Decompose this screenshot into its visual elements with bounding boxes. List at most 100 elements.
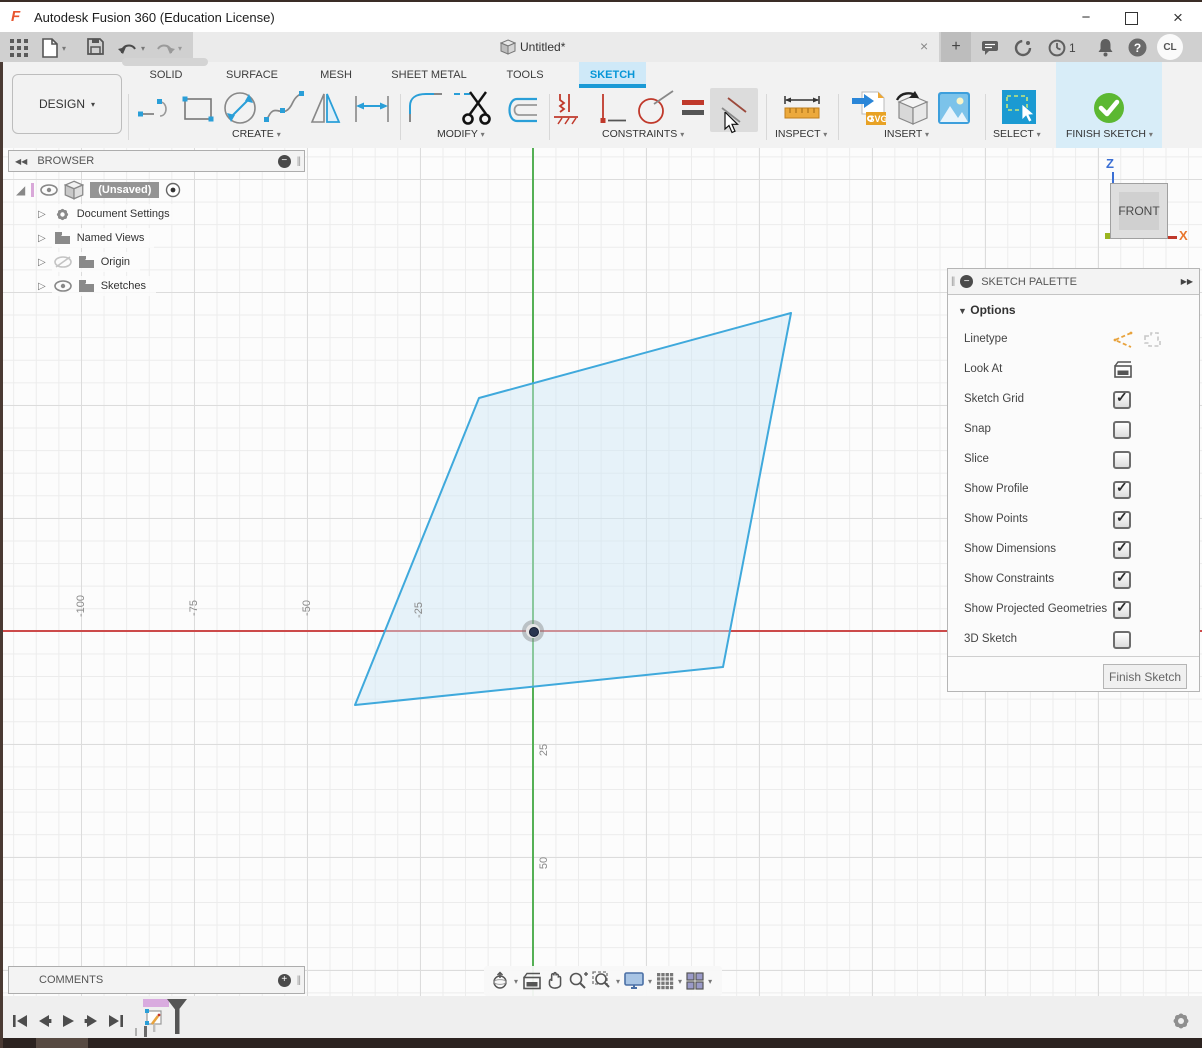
trim-tool-icon[interactable] — [452, 90, 498, 126]
close-tab-icon[interactable]: × — [920, 38, 928, 54]
display-settings-icon[interactable] — [624, 972, 644, 990]
minimize-button[interactable]: − — [1071, 8, 1101, 28]
redo-icon[interactable] — [155, 40, 175, 55]
timeline-step-back-button[interactable] — [36, 1013, 52, 1029]
dimension-tool-icon[interactable] — [352, 94, 392, 124]
user-avatar[interactable]: CL — [1157, 34, 1183, 60]
expander-icon[interactable]: ▷ — [38, 281, 46, 292]
comments-panel-header[interactable]: COMMENTS + || — [8, 966, 305, 994]
viewports-icon[interactable] — [686, 972, 704, 990]
look-at-nav-icon[interactable] — [522, 972, 542, 990]
activate-radio-icon[interactable] — [165, 182, 181, 198]
snap-checkbox[interactable] — [1113, 421, 1131, 439]
expander-icon[interactable]: ▷ — [38, 257, 46, 268]
insert-mesh-icon[interactable] — [895, 90, 931, 126]
construction-line-icon[interactable] — [1111, 331, 1133, 349]
show-constraints-checkbox[interactable] — [1113, 571, 1131, 589]
timeline-playhead-marker[interactable] — [166, 998, 188, 1034]
origin-point[interactable] — [529, 627, 539, 637]
modify-group-label[interactable]: MODIFY ▾ — [437, 128, 485, 140]
tab-sheet-metal[interactable]: SHEET METAL — [385, 62, 473, 88]
fit-icon[interactable] — [592, 971, 612, 991]
redo-caret[interactable]: ▾ — [178, 44, 182, 53]
fit-caret[interactable]: ▾ — [616, 977, 620, 986]
select-group-label[interactable]: SELECT ▾ — [993, 128, 1041, 140]
comments-grip[interactable]: || — [297, 975, 300, 986]
create-group-label[interactable]: CREATE ▾ — [232, 128, 281, 140]
grid-display-icon[interactable] — [656, 972, 674, 990]
palette-grip[interactable]: || — [951, 276, 954, 287]
timeline-play-button[interactable] — [60, 1013, 76, 1029]
comment-icon[interactable] — [981, 40, 999, 56]
eye-off-icon[interactable] — [54, 255, 72, 269]
tab-tools[interactable]: TOOLS — [499, 62, 551, 88]
browser-collapse-icon[interactable]: ◀◀ — [15, 157, 27, 166]
inspect-group-label[interactable]: INSPECT ▾ — [775, 128, 827, 140]
tab-sketch[interactable]: SKETCH — [579, 62, 646, 88]
line-tool-icon[interactable] — [138, 94, 176, 122]
timeline-scrollbar-thumb[interactable] — [36, 1038, 88, 1048]
new-tab-button[interactable]: + — [941, 32, 971, 62]
offset-tool-icon[interactable] — [503, 96, 539, 124]
viewports-caret[interactable]: ▾ — [708, 977, 712, 986]
measure-tool-icon[interactable] — [782, 94, 822, 124]
save-icon[interactable] — [87, 38, 104, 55]
timeline-settings-gear-icon[interactable] — [1171, 1011, 1191, 1031]
spline-tool-icon[interactable] — [263, 90, 305, 126]
browser-minimize-icon[interactable]: − — [278, 155, 291, 168]
orbit-caret[interactable]: ▾ — [514, 977, 518, 986]
tangent-constraint-icon[interactable] — [636, 90, 674, 126]
root-expander-icon[interactable]: ◢ — [16, 183, 25, 197]
browser-panel-header[interactable]: ◀◀ BROWSER − || — [8, 150, 305, 172]
insert-svg-icon[interactable]: SVG — [850, 90, 886, 126]
eye-icon[interactable] — [54, 279, 72, 293]
job-status-icon[interactable] — [1014, 39, 1032, 57]
finish-sketch-palette-button[interactable]: Finish Sketch — [1103, 664, 1187, 689]
fix-constraint-icon[interactable] — [552, 92, 582, 126]
notification-bell-icon[interactable] — [1097, 38, 1114, 57]
vertical-horizontal-constraint-icon[interactable] — [596, 92, 626, 126]
timeline-slider-handle[interactable] — [135, 1028, 137, 1036]
tab-mesh[interactable]: MESH — [312, 62, 360, 88]
timeline-sketch-feature[interactable] — [144, 1008, 166, 1032]
sketch-palette-header[interactable]: || − SKETCH PALETTE ▶▶ — [948, 269, 1199, 295]
sketch-grid-checkbox[interactable] — [1113, 391, 1131, 409]
timeline-slider-handle[interactable] — [144, 1026, 147, 1037]
clock-icon[interactable] — [1048, 39, 1066, 57]
constraints-group-label[interactable]: CONSTRAINTS ▾ — [602, 128, 684, 140]
undo-caret[interactable]: ▾ — [141, 44, 145, 53]
expander-icon[interactable]: ▷ — [38, 209, 46, 220]
document-tab[interactable]: Untitled* — [520, 40, 565, 54]
finish-sketch-label[interactable]: FINISH SKETCH ▾ — [1066, 128, 1153, 140]
maximize-button[interactable] — [1125, 12, 1138, 25]
fillet-tool-icon[interactable] — [408, 92, 444, 124]
equal-constraint-icon[interactable] — [682, 98, 704, 118]
show-points-checkbox[interactable] — [1113, 511, 1131, 529]
timeline-scrollbar[interactable] — [0, 1038, 1202, 1048]
workspace-switcher[interactable]: DESIGN ▾ — [12, 74, 122, 134]
timeline-step-forward-button[interactable] — [84, 1013, 100, 1029]
timeline-go-to-start-button[interactable] — [12, 1013, 28, 1029]
options-section-header[interactable]: ▼ Options — [958, 303, 1016, 317]
pan-hand-icon[interactable] — [546, 971, 564, 991]
rectangle-tool-icon[interactable] — [182, 96, 214, 122]
look-at-icon[interactable] — [1113, 361, 1133, 378]
slice-checkbox[interactable] — [1113, 451, 1131, 469]
palette-minimize-icon[interactable]: − — [960, 275, 973, 288]
document-name[interactable]: (Unsaved) — [90, 182, 159, 198]
show-dimensions-checkbox[interactable] — [1113, 541, 1131, 559]
zoom-icon[interactable] — [568, 971, 588, 991]
3d-sketch-checkbox[interactable] — [1113, 631, 1131, 649]
grid-display-caret[interactable]: ▾ — [678, 977, 682, 986]
sketch-profile[interactable] — [355, 313, 791, 705]
browser-item-sketches[interactable]: ▷ Sketches — [38, 276, 156, 296]
display-settings-caret[interactable]: ▾ — [648, 977, 652, 986]
app-grid-icon[interactable] — [10, 39, 28, 57]
palette-expand-icon[interactable]: ▶▶ — [1181, 277, 1193, 286]
undo-icon[interactable] — [118, 40, 138, 55]
circle-tool-icon[interactable] — [221, 90, 259, 126]
mirror-tool-icon[interactable] — [310, 92, 344, 126]
insert-image-icon[interactable] — [938, 92, 970, 124]
expander-icon[interactable]: ▷ — [38, 233, 46, 244]
tab-solid[interactable]: SOLID — [141, 62, 191, 88]
